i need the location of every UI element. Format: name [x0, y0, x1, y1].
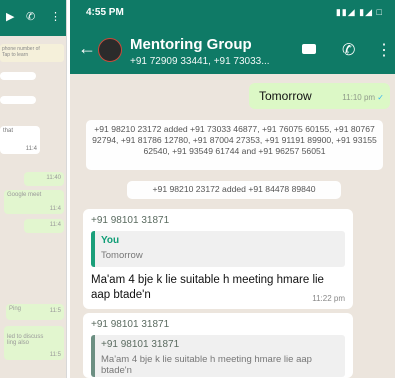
chat-header: ← Mentoring Group +91 72909 33441, +91 7…: [70, 26, 395, 74]
left-message-out: Ping 11:5: [6, 304, 64, 320]
quote-sender: +91 98101 31871: [101, 339, 180, 350]
left-message: [0, 96, 36, 104]
previous-header: ▶ ✆ ⋮: [0, 0, 66, 36]
encryption-notice: phone number of Tap to learn: [0, 44, 64, 62]
message-text: Tomorrow: [259, 89, 312, 103]
phone-icon[interactable]: ✆: [342, 40, 355, 60]
back-arrow-icon[interactable]: ←: [78, 38, 96, 59]
quote-text: Ma'am 4 bje k lie suitable h meeting hma…: [101, 354, 312, 376]
quote-sender: You: [101, 235, 120, 246]
left-message-out: Google meet 11:4: [4, 190, 64, 214]
outgoing-message[interactable]: Tomorrow 11:10 pm ✓: [249, 83, 390, 109]
left-message: that 11:4: [0, 126, 40, 154]
chat-members[interactable]: +91 72909 33441, +91 73033...: [130, 56, 270, 67]
more-options-icon[interactable]: ⋮: [376, 40, 392, 60]
date-chip: [0, 72, 36, 80]
incoming-message[interactable]: +91 98101 31871 +91 98101 31871 Ma'am 4 …: [83, 313, 353, 378]
more-icon[interactable]: ⋮: [50, 10, 61, 23]
chat-title[interactable]: Mentoring Group: [130, 36, 252, 53]
message-time: 11:22 pm: [312, 294, 345, 303]
quoted-message[interactable]: +91 98101 31871 Ma'am 4 bje k lie suitab…: [91, 335, 345, 377]
sender-name[interactable]: +91 98101 31871: [91, 319, 169, 330]
video-call-icon[interactable]: ▶: [6, 10, 14, 23]
previous-screenshot: ▶ ✆ ⋮ phone number of Tap to learn that …: [0, 0, 67, 378]
status-icons: ▮▮◢ ▮◢ □: [335, 7, 383, 17]
status-time: 4:55 PM: [86, 7, 124, 18]
system-message: +91 98210 23172 added +91 73033 46877, +…: [86, 120, 383, 170]
status-bar: 4:55 PM ▮▮◢ ▮◢ □: [70, 0, 395, 26]
incoming-message[interactable]: +91 98101 31871 You Tomorrow Ma'am 4 bje…: [83, 209, 353, 309]
sender-name[interactable]: +91 98101 31871: [91, 215, 169, 226]
left-message-out: 11:40: [24, 172, 64, 186]
video-call-icon[interactable]: [302, 44, 316, 54]
group-avatar[interactable]: [98, 38, 122, 62]
phone-icon[interactable]: ✆: [26, 10, 35, 23]
quoted-message[interactable]: You Tomorrow: [91, 231, 345, 267]
message-text: Ma'am 4 bje k lie suitable h meeting hma…: [91, 274, 324, 301]
chat-screen: 4:55 PM ▮▮◢ ▮◢ □ ← Mentoring Group +91 7…: [70, 0, 395, 378]
message-time: 11:10 pm ✓: [342, 93, 384, 102]
system-message: +91 98210 23172 added +91 84478 89840: [127, 181, 341, 199]
left-message-out: 11:4: [24, 219, 64, 233]
read-receipt-icon: ✓: [377, 93, 384, 102]
quote-text: Tomorrow: [101, 250, 143, 261]
left-message-out: led to discuss ling also 11:5: [4, 326, 64, 360]
